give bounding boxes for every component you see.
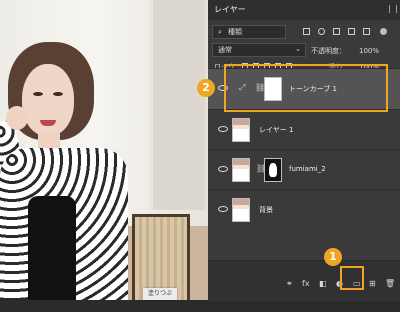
type-filter-icon[interactable] bbox=[333, 28, 340, 35]
opacity-label: 不透明度： bbox=[311, 47, 346, 55]
layers-panel: レイヤー ⌕ 種類 通常 ⌄ 不透明度： 100% ロック： 塗り： 100% bbox=[208, 0, 400, 301]
opacity-value[interactable]: 100% bbox=[359, 46, 379, 56]
right-eye bbox=[53, 92, 63, 96]
panel-tabbar: レイヤー bbox=[208, 0, 400, 20]
fx-button[interactable]: fx bbox=[302, 279, 310, 288]
tone-curve-highlight bbox=[224, 64, 388, 112]
layer-thumbnail bbox=[232, 198, 250, 222]
mask-silhouette bbox=[269, 163, 277, 177]
smartobject-filter-icon[interactable] bbox=[363, 28, 370, 35]
portrait-photo bbox=[0, 0, 208, 300]
shape-filter-icon[interactable] bbox=[348, 28, 355, 35]
visibility-eye-icon[interactable] bbox=[218, 206, 228, 212]
blend-mode-value: 通常 bbox=[218, 46, 232, 54]
window-frame bbox=[150, 0, 205, 210]
kind-filter[interactable]: ⌕ 種類 bbox=[212, 25, 286, 39]
filter-toggle-icon[interactable] bbox=[380, 28, 387, 35]
visibility-eye-icon[interactable] bbox=[218, 166, 228, 172]
layers-tab[interactable]: レイヤー bbox=[214, 4, 246, 15]
adjustment-filter-icon[interactable] bbox=[318, 28, 325, 35]
black-dress-overlay bbox=[28, 196, 76, 300]
annotation-badge-2: 2 bbox=[197, 79, 215, 97]
blend-mode-select[interactable]: 通常 ⌄ bbox=[212, 43, 306, 57]
layers-panel-footer: ⚭ fx ◧ ◐ ▭ ⊞ 🗑 bbox=[208, 260, 400, 301]
annotation-badge-1: 1 bbox=[324, 248, 342, 266]
blend-row: 通常 ⌄ 不透明度： 100% bbox=[208, 42, 400, 60]
left-eye bbox=[33, 92, 43, 96]
new-layer-icon[interactable]: ⊞ bbox=[369, 279, 376, 288]
visibility-eye-icon[interactable] bbox=[218, 126, 228, 132]
mask-icon[interactable]: ◧ bbox=[319, 279, 327, 288]
adjustment-highlight bbox=[340, 266, 364, 290]
layer-1[interactable]: レイヤー 1 bbox=[208, 109, 400, 150]
background-layer[interactable]: 背景 bbox=[208, 189, 400, 230]
layer-thumbnail bbox=[232, 158, 250, 182]
filter-row: ⌕ 種類 bbox=[208, 24, 400, 42]
adjustment-tooltip: 塗りつぶし... bbox=[143, 288, 177, 309]
link-icon[interactable]: ⚭ bbox=[286, 279, 293, 288]
trash-icon[interactable]: 🗑 bbox=[385, 279, 395, 288]
mask-thumbnail bbox=[264, 158, 282, 182]
kind-filter-value: 種類 bbox=[228, 28, 242, 36]
search-icon: ⌕ bbox=[218, 28, 222, 36]
panel-menu-icon[interactable] bbox=[389, 5, 397, 13]
image-filter-icon[interactable] bbox=[303, 28, 310, 35]
layer-thumbnail bbox=[232, 118, 250, 142]
layer-name: レイヤー 1 bbox=[259, 126, 294, 134]
chevron-down-icon: ⌄ bbox=[295, 45, 301, 53]
layer-name: fumiami_2 bbox=[289, 165, 326, 173]
layer-fumiami-2[interactable]: ⛓ fumiami_2 bbox=[208, 149, 400, 190]
layer-name: 背景 bbox=[259, 206, 273, 214]
hand bbox=[6, 106, 28, 130]
